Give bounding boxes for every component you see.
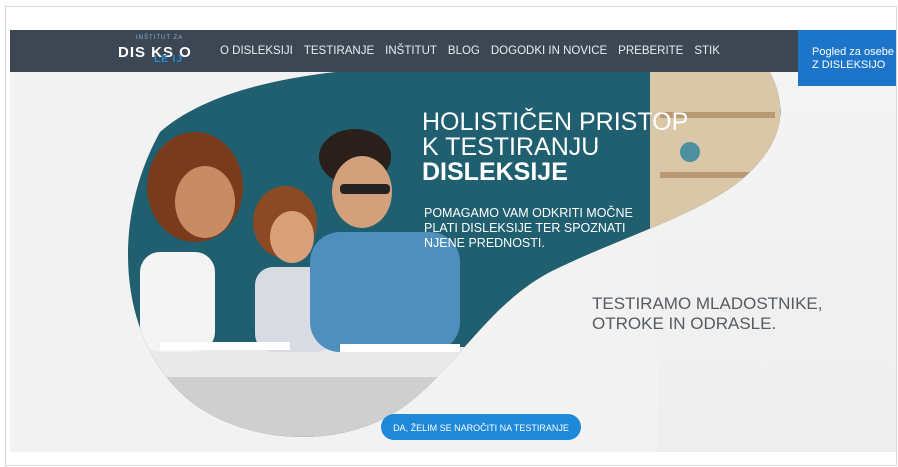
nav-item-preberite[interactable]: PREBERITE [618,45,683,57]
nav-item-dogodki-in-novice[interactable]: DOGODKI IN NOVICE [491,45,607,57]
hero-heading: HOLISTIČEN PRISTOP K TESTIRANJU DISLEKSI… [422,110,688,185]
main-menu: O DISLEKSIJI TESTIRANJE INŠTITUT BLOG DO… [220,30,731,72]
logo-wordmark-accent: LE IJ [154,54,183,65]
dyslexia-view-button[interactable]: Pogled za osebe Z DISLEKSIJO [798,30,896,86]
logo-caption: INŠTITUT ZA [136,35,184,41]
dyslexia-view-label-1: Pogled za osebe [812,46,894,58]
book-testing-button[interactable]: DA, ŽELIM SE NAROČITI NA TESTIRANJE [381,414,581,440]
top-navigation-bar: INŠTITUT ZA DIS KS O LE IJ O DISLEKSIJI … [10,30,896,86]
hero-section: HOLISTIČEN PRISTOP K TESTIRANJU DISLEKSI… [10,72,896,452]
hero-heading-line-3: DISLEKSIJE [422,158,568,186]
nav-item-stik[interactable]: STIK [694,45,720,57]
dyslexia-view-label-2: Z DISLEKSIJO [812,59,886,71]
site-logo[interactable]: INŠTITUT ZA DIS KS O LE IJ [118,35,214,67]
nav-item-institut[interactable]: INŠTITUT [385,45,437,57]
nav-item-o-disleksiji[interactable]: O DISLEKSIJI [220,45,293,57]
nav-item-testiranje[interactable]: TESTIRANJE [304,45,374,57]
nav-item-blog[interactable]: BLOG [448,45,480,57]
hero-heading-line-1: HOLISTIČEN PRISTOP [422,108,689,136]
hero-heading-line-2: K TESTIRANJU [422,133,600,161]
browser-viewport: INŠTITUT ZA DIS KS O LE IJ O DISLEKSIJI … [5,6,897,466]
hero-tagline: TESTIRAMO MLADOSTNIKE, OTROKE IN ODRASLE… [592,294,823,333]
hero-subtext: POMAGAMO VAM ODKRITI MOČNE PLATI DISLEKS… [424,206,633,250]
